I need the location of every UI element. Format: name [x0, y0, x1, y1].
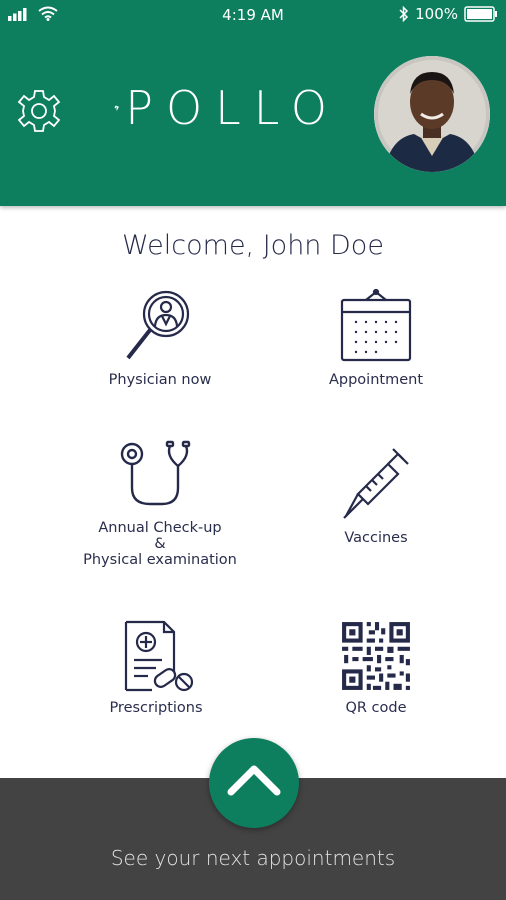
tile-vaccines[interactable]: Vaccines — [296, 446, 456, 546]
battery-icon — [464, 6, 497, 22]
prescription-icon — [124, 620, 194, 692]
bluetooth-icon — [399, 6, 409, 22]
tile-prescriptions[interactable]: Prescriptions — [76, 620, 236, 716]
tile-qr-code[interactable]: QR code — [296, 620, 456, 716]
avatar[interactable] — [374, 56, 490, 172]
brand-name: POLLO — [125, 81, 340, 135]
profile-photo — [374, 56, 490, 172]
africa-a-logo-icon — [114, 105, 119, 111]
calendar-icon — [340, 288, 412, 362]
tile-label: QR code — [345, 700, 407, 716]
apollo-logo: POLLO — [114, 80, 340, 136]
status-bar: 4:19 AM 100% — [0, 0, 506, 30]
welcome-heading: Welcome, John Doe — [122, 230, 384, 261]
tile-label: Prescriptions — [109, 700, 203, 716]
syringe-icon — [343, 448, 409, 519]
settings-gear-icon[interactable] — [16, 88, 62, 134]
qr-code-icon — [342, 622, 410, 690]
tile-label: Physician now — [108, 372, 212, 388]
stethoscope-icon — [120, 440, 191, 506]
battery-percent: 100% — [415, 5, 458, 23]
tile-annual-checkup[interactable]: Annual Check-up & Physical examination — [70, 436, 250, 568]
tile-label: Appointment — [328, 372, 424, 388]
tile-appointment[interactable]: Appointment — [296, 288, 456, 388]
chevron-up-icon — [227, 765, 281, 796]
tile-label: Vaccines — [344, 530, 408, 546]
tile-physician-now[interactable]: Physician now — [80, 288, 240, 388]
next-appointments-label[interactable]: See your next appointments — [0, 846, 506, 870]
expand-appointments-button[interactable] — [209, 738, 299, 828]
tile-label: Annual Check-up & Physical examination — [83, 520, 237, 568]
status-right: 100% — [399, 5, 498, 23]
search-doctor-icon — [126, 290, 190, 360]
